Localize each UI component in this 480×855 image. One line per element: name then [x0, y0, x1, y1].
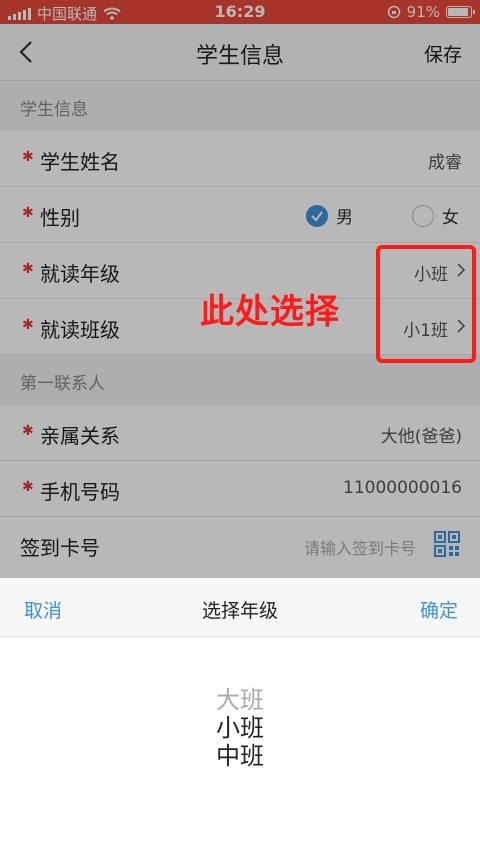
picker-title: 选择年级 [201, 600, 278, 622]
picker-toolbar: 取消 选择年级 确定 [0, 578, 480, 637]
annotation-highlight-box [376, 245, 476, 363]
annotation-text: 此处选择 [200, 292, 340, 332]
picker-option[interactable]: 中班 [0, 736, 480, 771]
confirm-button[interactable]: 确定 [420, 596, 458, 623]
grade-picker-sheet: 取消 选择年级 确定 大班 小班 中班 [0, 578, 480, 855]
